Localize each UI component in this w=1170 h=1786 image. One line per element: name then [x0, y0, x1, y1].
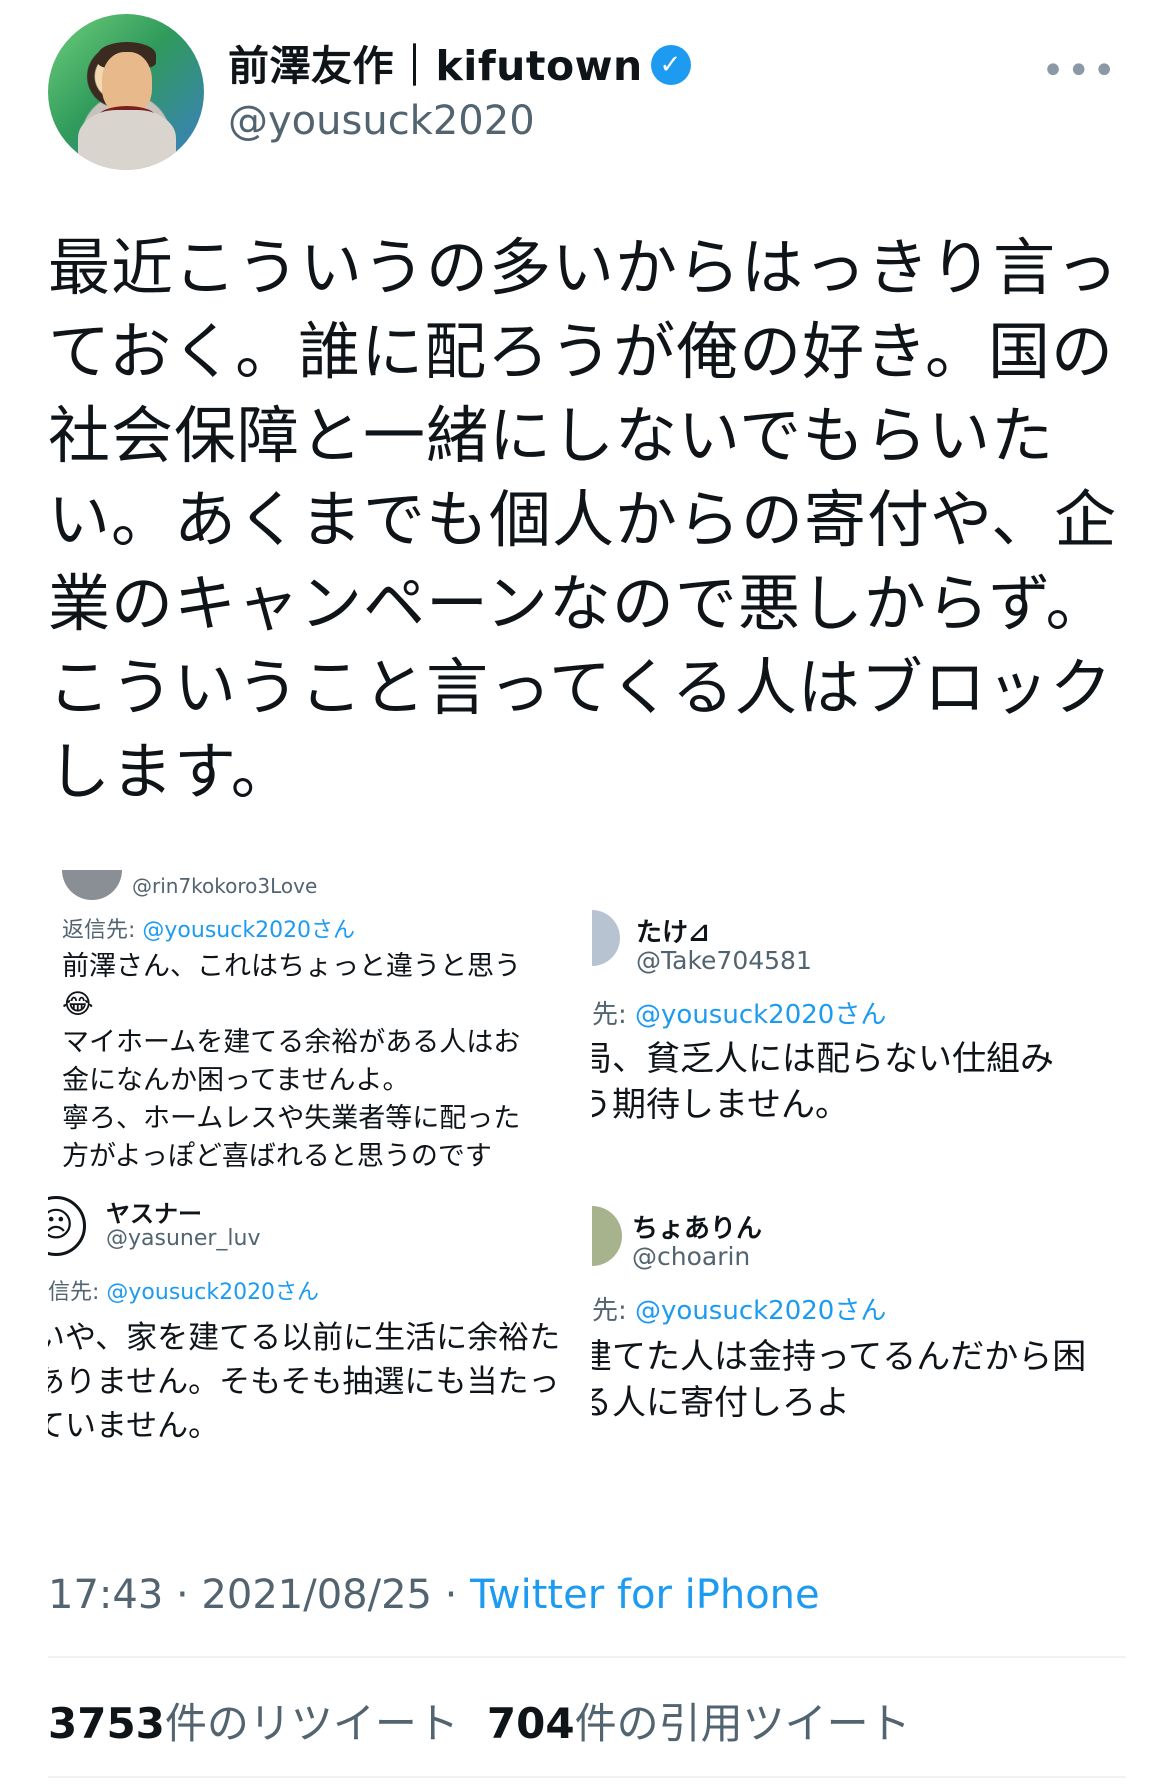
panel-1-reply-to: 返信先: @yousuck2020さん [62, 912, 355, 944]
panel-2-avatar [592, 910, 620, 966]
divider [48, 1656, 1126, 1658]
panel-2-body: 局、貧乏人には配らない仕組み う期待しません。 [592, 1036, 1054, 1128]
retweets-label: 件のリツイート [164, 1699, 459, 1748]
panel-4-body: 建てた人は金持ってるんだから困 る人に寄付しろよ [592, 1334, 1086, 1426]
panel-1-avatar [62, 870, 122, 900]
attached-image[interactable]: @rin7kokoro3Love 返信先: @yousuck2020さん 前澤さ… [48, 870, 1128, 1470]
panel-4-reply-mention: @yousuck2020さん [635, 1296, 887, 1326]
tweet-line: 最近こういうの多いからはっきり言っ [48, 231, 1120, 304]
tweet-timestamp: 17:43 · 2021/08/25 · Twitter for iPhone [48, 1572, 820, 1618]
tweet-header: 前澤友作｜kifutown ✓ @yousuck2020 ••• [48, 14, 1128, 170]
screenshot-panel-1: @rin7kokoro3Love 返信先: @yousuck2020さん 前澤さ… [62, 870, 602, 1190]
user-handle[interactable]: @yousuck2020 [228, 98, 535, 144]
more-options-icon[interactable]: ••• [1041, 48, 1118, 94]
panel-4-line: 建てた人は金持ってるんだから困 [592, 1337, 1087, 1377]
panel-2-name: たけ⊿ [636, 918, 710, 948]
panel-1-line: 😂 [62, 989, 94, 1020]
panel-1-body: 前澤さん、これはちょっと違うと思う 😂 マイホームを建てる余裕がある人はお 金に… [62, 948, 521, 1176]
tweet-line: 業のキャンペーンなので悪しからず。 [48, 567, 1109, 640]
retweets-stat[interactable]: 3753件のリツイート [48, 1699, 459, 1748]
panel-1-line: 金になんか困ってませんよ。 [62, 1065, 410, 1096]
verified-badge-icon: ✓ [650, 45, 691, 85]
avatar-face [102, 52, 152, 114]
quotes-label: 件の引用ツイート [574, 1699, 911, 1748]
panel-3-reply-to: 信先: @yousuck2020さん [48, 1274, 319, 1306]
panel-2-reply-prefix: 先: [592, 1000, 636, 1030]
screenshot-panel-3: ☹ ヤスナー @yasuner_luv 信先: @yousuck2020さん い… [48, 1190, 584, 1470]
panel-1-reply-prefix: 返信先: [62, 918, 143, 943]
panel-4-reply-prefix: 先: [592, 1296, 636, 1326]
panel-4-handle: @choarin [632, 1242, 751, 1271]
panel-3-line: ていません。 [48, 1408, 220, 1444]
tweet-time[interactable]: 17:43 · 2021/08/25 · [48, 1572, 470, 1618]
tweet-text: 最近こういうの多いからはっきり言っ ておく。誰に配ろうが俺の好き。国の 社会保障… [48, 226, 1138, 814]
display-name[interactable]: 前澤友作｜kifutown ✓ [228, 32, 691, 92]
panel-2-line: う期待しません。 [592, 1085, 849, 1125]
panel-1-line: 前澤さん、これはちょっと違うと思う [62, 951, 521, 982]
panel-3-line: いや、家を建てる以前に生活に余裕た [48, 1320, 561, 1356]
display-name-text: 前澤友作｜kifutown [228, 42, 643, 90]
panel-3-reply-prefix: 信先: [48, 1280, 107, 1305]
tweet-line: こういうこと言ってくる人はブロック [48, 651, 1113, 724]
panel-2-line: 局、貧乏人には配らない仕組み [592, 1039, 1054, 1079]
retweets-count: 3753 [48, 1699, 165, 1748]
tweet-line: 社会保障と一緒にしないでもらいた [48, 399, 1055, 472]
panel-2-reply-mention: @yousuck2020さん [635, 1000, 887, 1030]
screenshot-panel-4: ちょありん @choarin 先: @yousuck2020さん 建てた人は金持… [592, 1206, 1128, 1470]
tweet-line: い。あくまでも個人からの寄付や、企 [48, 483, 1118, 556]
panel-3-name: ヤスナー [106, 1200, 202, 1228]
panel-4-name: ちょありん [632, 1214, 763, 1244]
panel-4-reply-to: 先: @yousuck2020さん [592, 1290, 886, 1327]
divider [48, 1776, 1126, 1778]
tweet-stats: 3753件のリツイート 704件の引用ツイート [48, 1690, 911, 1751]
panel-2-reply-to: 先: @yousuck2020さん [592, 994, 886, 1031]
panel-1-line: マイホームを建てる余裕がある人はお [62, 1027, 521, 1058]
profile-avatar[interactable] [48, 14, 204, 170]
panel-2-handle: @Take704581 [636, 946, 812, 975]
panel-4-avatar [592, 1206, 622, 1266]
panel-3-body: いや、家を建てる以前に生活に余裕た ありません。そもそも抽選にも当たっ ていませ… [48, 1316, 560, 1448]
quotes-stat[interactable]: 704件の引用ツイート [487, 1699, 911, 1748]
panel-1-line: 寧ろ、ホームレスや失業者等に配った [62, 1103, 521, 1134]
screenshot-panel-2: たけ⊿ @Take704581 先: @yousuck2020さん 局、貧乏人に… [592, 910, 1128, 1170]
panel-3-line: ありません。そもそも抽選にも当たっ [48, 1364, 560, 1400]
tweet-source-link[interactable]: Twitter for iPhone [470, 1572, 820, 1618]
panel-3-reply-mention: @yousuck2020さん [106, 1280, 320, 1305]
panel-1-handle: @rin7kokoro3Love [132, 874, 318, 898]
panel-1-reply-mention: @yousuck2020さん [142, 918, 356, 943]
panel-3-avatar-icon: ☹ [48, 1196, 86, 1256]
panel-3-handle: @yasuner_luv [106, 1226, 261, 1251]
tweet-line: します。 [48, 735, 294, 808]
panel-4-line: る人に寄付しろよ [592, 1383, 850, 1423]
avatar-suit [78, 110, 176, 170]
quotes-count: 704 [486, 1699, 575, 1748]
tweet-line: ておく。誰に配ろうが俺の好き。国の [48, 315, 1115, 388]
panel-1-line: 方がよっぽど喜ばれると思うのです [62, 1141, 492, 1172]
